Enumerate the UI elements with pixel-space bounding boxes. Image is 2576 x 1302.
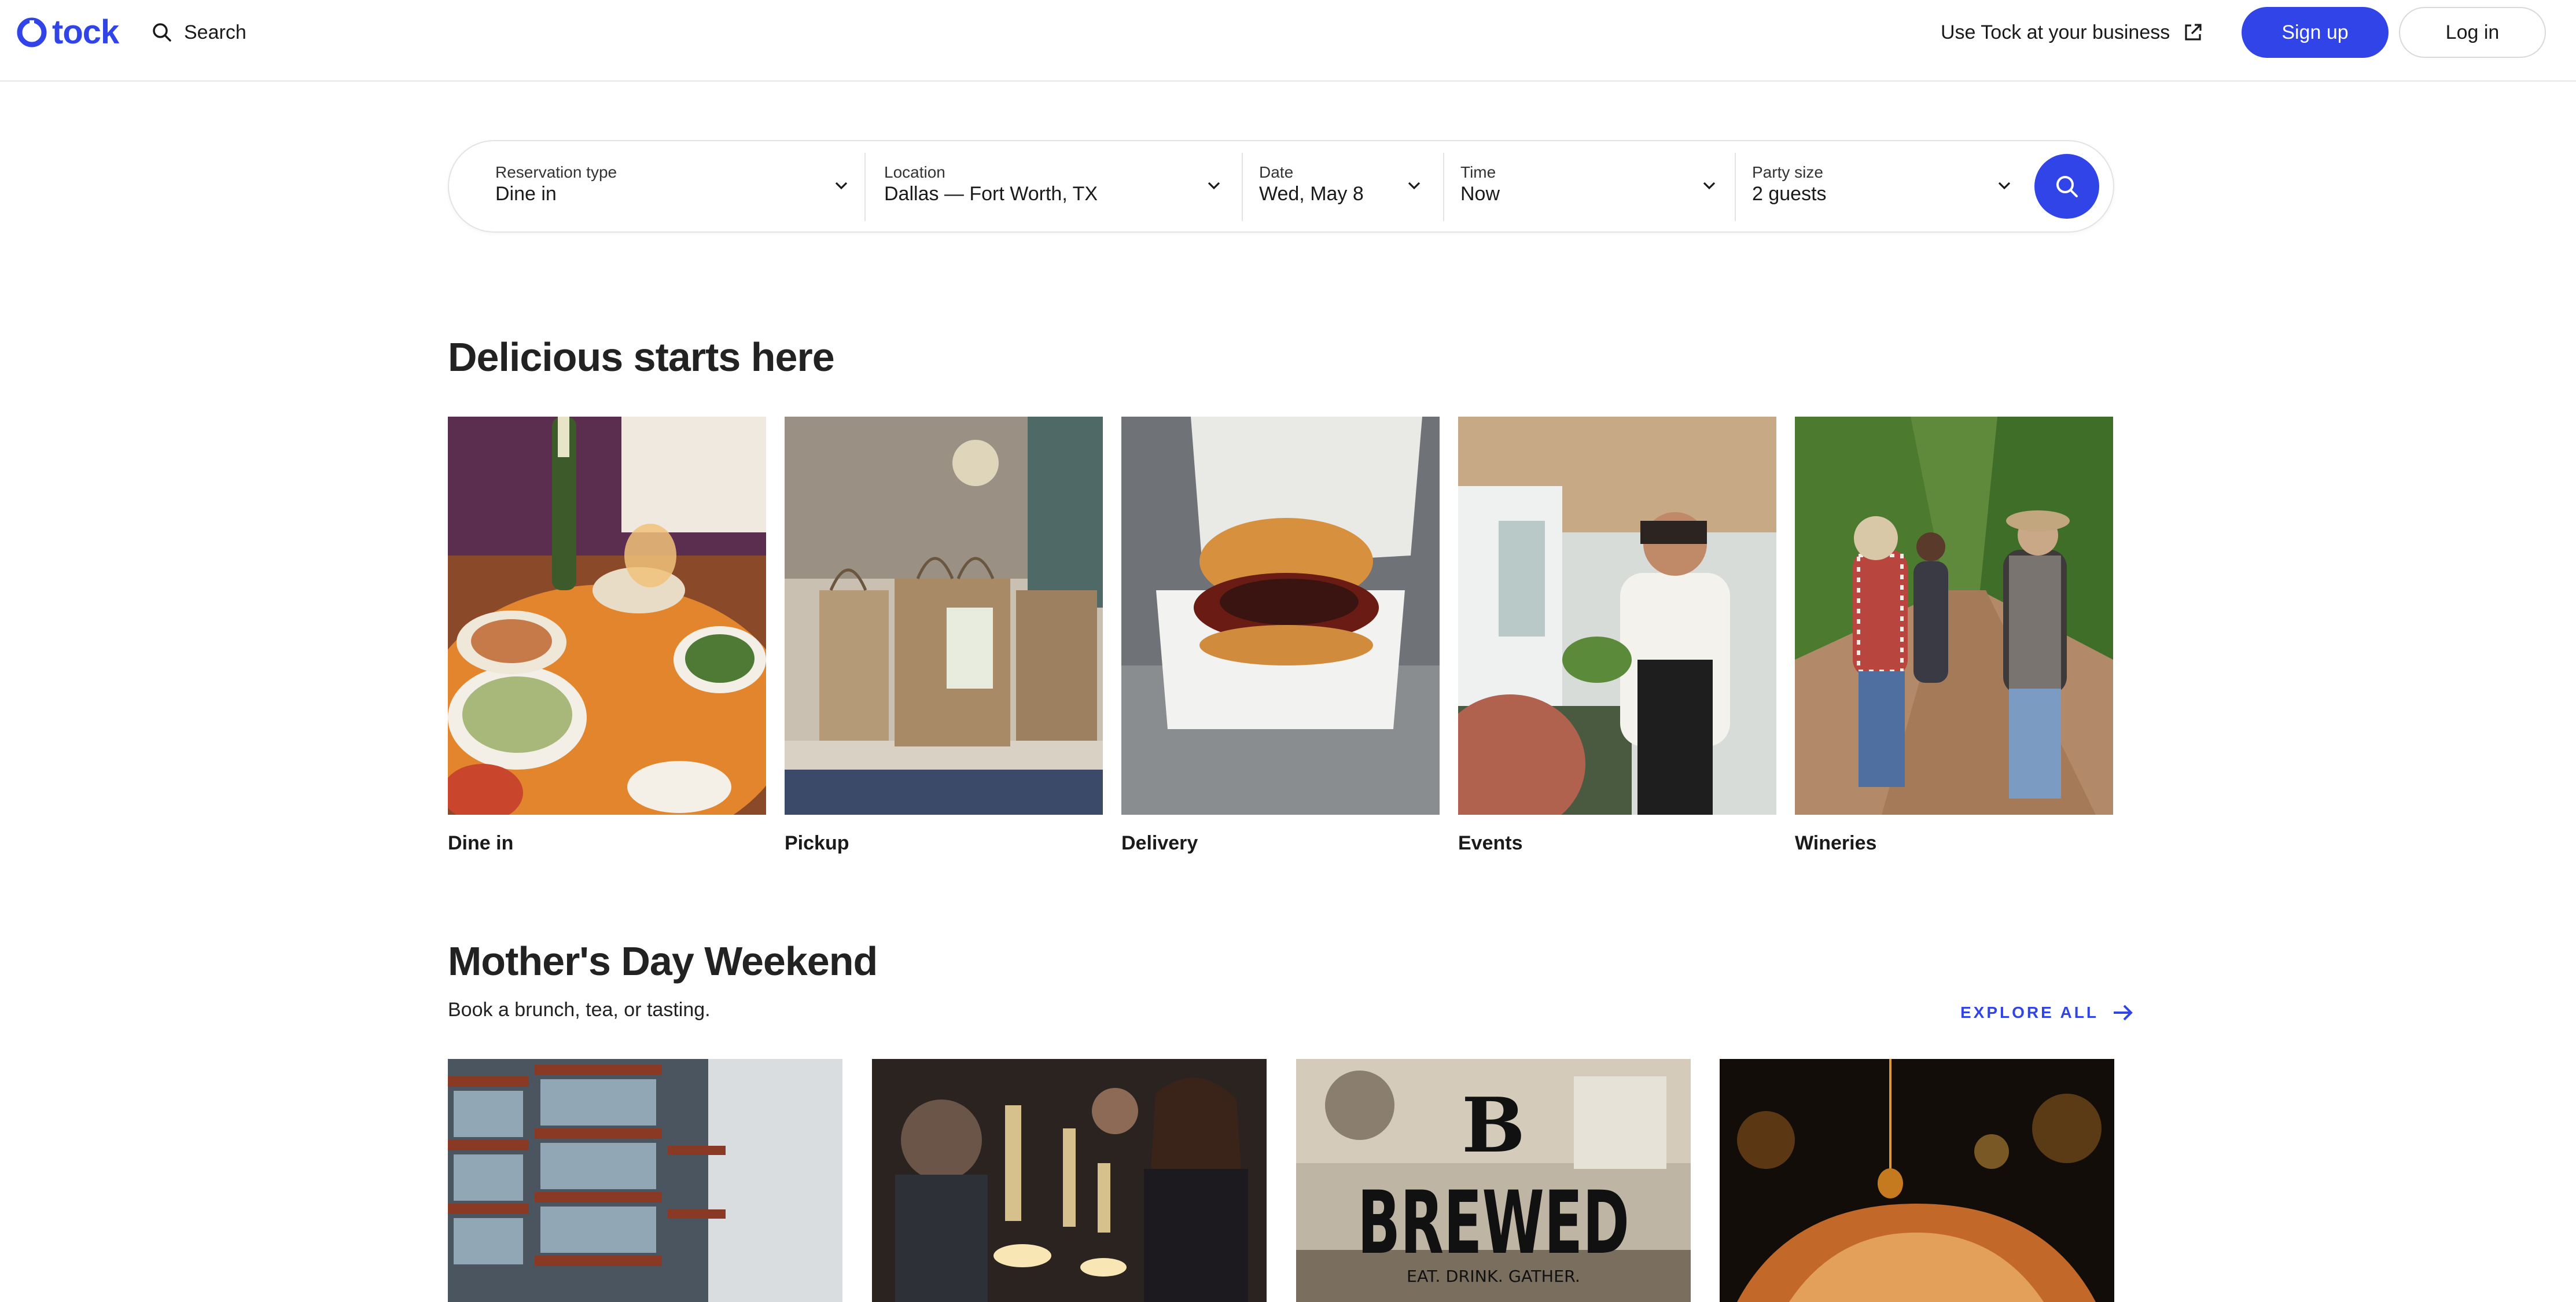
top-navbar: tock Search Use Tock at your business Si… [0, 0, 2576, 82]
time-select[interactable]: Time Now [1460, 141, 1727, 231]
category-label: Delivery [1121, 832, 1198, 854]
experience-card[interactable]: B BREWED EAT. DRINK. GATHER. [1296, 1059, 1691, 1302]
events-image [1458, 417, 1776, 815]
chevron-down-icon [1408, 182, 1421, 190]
reservation-type-label: Reservation type [495, 163, 617, 181]
chevron-down-icon [835, 182, 848, 190]
external-link-icon [2185, 24, 2202, 41]
category-label: Wineries [1795, 832, 1877, 854]
reservation-type-value: Dine in [495, 183, 557, 205]
log-in-button[interactable]: Log in [2399, 7, 2546, 58]
search-icon [2056, 176, 2078, 197]
category-label: Pickup [785, 832, 849, 854]
date-label: Date [1259, 163, 1294, 181]
category-delivery[interactable]: Delivery [1121, 417, 1440, 868]
party-size-value: 2 guests [1752, 183, 1827, 205]
location-label: Location [884, 163, 945, 181]
search-divider [864, 153, 866, 221]
chevron-down-icon [1208, 182, 1220, 190]
svg-text:B: B [1462, 1081, 1525, 1169]
date-select[interactable]: Date Wed, May 8 [1259, 141, 1433, 231]
business-link-label: Use Tock at your business [1941, 21, 2170, 43]
dinner-party-image [872, 1059, 1267, 1302]
location-value: Dallas — Fort Worth, TX [884, 183, 1098, 205]
category-pickup[interactable]: Pickup [785, 417, 1103, 868]
party-size-label: Party size [1752, 163, 1823, 181]
section-subtitle: Book a brunch, tea, or tasting. [448, 999, 711, 1021]
category-label: Dine in [448, 832, 514, 854]
delivery-image [1121, 417, 1440, 815]
experience-card[interactable] [872, 1059, 1267, 1302]
category-wineries[interactable]: Wineries [1795, 417, 2113, 868]
search-divider [1443, 153, 1444, 221]
explore-all-link[interactable]: EXPLORE ALL [1960, 1000, 2136, 1025]
brewed-image: B BREWED EAT. DRINK. GATHER. [1296, 1059, 1691, 1302]
date-value: Wed, May 8 [1259, 183, 1364, 205]
experience-card[interactable] [1720, 1059, 2114, 1302]
building-image [448, 1059, 842, 1302]
business-link[interactable]: Use Tock at your business [1941, 19, 2203, 46]
honey-dessert-image [1720, 1059, 2114, 1302]
chevron-down-icon [1703, 182, 1716, 190]
sign-up-button[interactable]: Sign up [2242, 7, 2389, 58]
search-submit-button[interactable] [2034, 154, 2099, 219]
party-size-select[interactable]: Party size 2 guests [1752, 141, 2024, 231]
category-dine-in[interactable]: Dine in [448, 417, 766, 868]
section-title: Delicious starts here [448, 334, 835, 380]
tock-logo[interactable]: tock [16, 16, 119, 49]
search-icon [153, 23, 171, 42]
reservation-type-select[interactable]: Reservation type Dine in [495, 141, 866, 231]
experience-card[interactable] [448, 1059, 842, 1302]
time-value: Now [1460, 183, 1500, 205]
category-events[interactable]: Events [1458, 417, 1776, 868]
brewed-tagline: EAT. DRINK. GATHER. [1407, 1267, 1580, 1286]
nav-search-label: Search [184, 21, 246, 43]
search-divider [1735, 153, 1736, 221]
logo-text: tock [52, 13, 119, 51]
chevron-down-icon [1998, 182, 2011, 190]
nav-search-button[interactable]: Search [152, 19, 246, 46]
wineries-image [1795, 417, 2113, 815]
explore-all-label: EXPLORE ALL [1960, 1003, 2099, 1021]
tock-logo-icon [17, 17, 47, 47]
section-title: Mother's Day Weekend [448, 939, 878, 984]
pickup-image [785, 417, 1103, 815]
time-label: Time [1460, 163, 1496, 181]
dine-in-image [448, 417, 766, 815]
reservation-search-bar: Reservation type Dine in Location Dallas… [448, 140, 2114, 233]
arrow-right-icon [2113, 1005, 2133, 1021]
brewed-logo-text: BREWED [1357, 1173, 1629, 1274]
location-select[interactable]: Location Dallas — Fort Worth, TX [884, 141, 1237, 231]
category-label: Events [1458, 832, 1523, 854]
search-divider [1242, 153, 1243, 221]
